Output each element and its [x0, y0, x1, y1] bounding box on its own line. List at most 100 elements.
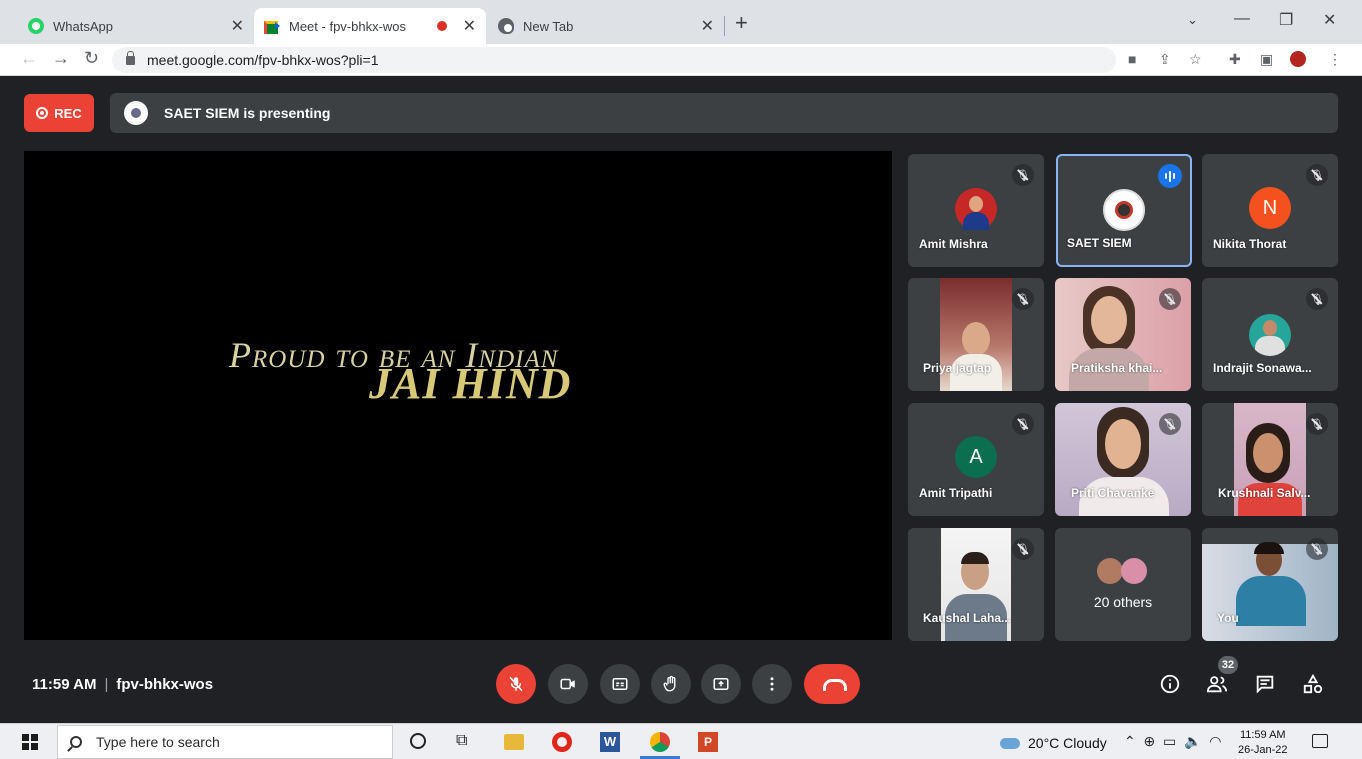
word-icon[interactable]: W — [600, 732, 620, 752]
participant-tile[interactable]: Indrajit Sonawa... — [1202, 278, 1338, 391]
hand-icon — [663, 675, 676, 692]
videocam-icon — [560, 678, 575, 690]
taskbar-search-box[interactable]: Type here to search — [57, 725, 393, 759]
mic-off-icon — [1012, 413, 1034, 435]
close-icon[interactable]: ✕ — [231, 16, 244, 36]
participant-avatar: A — [955, 436, 997, 478]
participant-name: Nikita Thorat — [1213, 237, 1287, 251]
tab-whatsapp[interactable]: WhatsApp ✕ — [18, 8, 254, 44]
others-avatar — [1097, 558, 1123, 584]
browser-tab-strip: WhatsApp ✕ Meet - fpv-bhkx-wos ✕ New Tab… — [0, 0, 1362, 44]
participant-tile[interactable]: Priya jagtap — [908, 278, 1044, 391]
minimize-icon[interactable]: — — [1234, 10, 1250, 28]
restore-icon[interactable]: ❐ — [1279, 10, 1293, 30]
extensions-icon[interactable]: ✚ — [1229, 51, 1241, 68]
people-button[interactable] — [1205, 672, 1229, 696]
leave-call-button[interactable] — [804, 664, 860, 704]
powerpoint-icon[interactable]: P — [698, 732, 718, 752]
presentation-screen[interactable]: Proud to be an Indian JAI HIND — [24, 151, 892, 640]
camera-icon[interactable]: ■ — [1128, 51, 1136, 67]
weather-widget[interactable]: 20°C Cloudy — [1000, 735, 1107, 751]
speaking-indicator-icon — [1158, 164, 1182, 188]
lock-icon[interactable] — [126, 50, 135, 65]
task-view-icon[interactable]: ⧉ — [456, 732, 476, 752]
divider: | — [104, 676, 109, 693]
more-options-button[interactable] — [752, 664, 792, 704]
tab-search-icon[interactable]: ⌄ — [1187, 12, 1198, 28]
mic-off-icon — [1012, 288, 1034, 310]
tab-title: New Tab — [523, 18, 574, 34]
participant-avatar — [1103, 189, 1145, 231]
opera-icon[interactable] — [552, 732, 572, 752]
participant-name: Kaushal Laha... — [923, 611, 1012, 625]
participant-tile[interactable]: Priti Chavanke — [1055, 403, 1191, 516]
participant-tile[interactable]: Pratiksha khai... — [1055, 278, 1191, 391]
participant-tile[interactable]: Kaushal Laha... — [908, 528, 1044, 641]
participant-name: Priti Chavanke — [1071, 486, 1155, 500]
participant-name: Priya jagtap — [923, 361, 992, 375]
participant-tile[interactable]: Krushnali Salv... — [1202, 403, 1338, 516]
system-tray[interactable]: ⌃ ⊕ ▭ 🔈 ◠ — [1124, 733, 1221, 750]
show-hidden-icons-icon[interactable]: ⌃ — [1124, 733, 1136, 749]
profile-avatar[interactable] — [1290, 51, 1306, 67]
windows-start-icon[interactable] — [22, 734, 38, 750]
captions-button[interactable] — [600, 664, 640, 704]
participant-name: Indrajit Sonawa... — [1213, 361, 1312, 375]
cortana-icon[interactable] — [410, 733, 426, 749]
bookmark-star-icon[interactable]: ☆ — [1189, 51, 1202, 68]
notification-icon[interactable] — [1312, 734, 1328, 748]
new-tab-button[interactable]: + — [735, 10, 748, 36]
tab-new-tab[interactable]: New Tab ✕ — [488, 8, 724, 44]
microphone-toggle-button[interactable] — [496, 664, 536, 704]
activities-button[interactable] — [1301, 672, 1325, 696]
participant-tile[interactable]: A Amit Tripathi — [908, 403, 1044, 516]
address-bar[interactable]: meet.google.com/fpv-bhkx-wos?pli=1 — [112, 47, 1116, 73]
self-tile[interactable]: You — [1202, 528, 1338, 641]
chrome-taskbar-icon[interactable] — [640, 732, 680, 759]
close-icon[interactable]: ✕ — [463, 16, 476, 36]
chat-icon — [1256, 675, 1274, 694]
presenting-banner: SAET SIEM is presenting — [110, 93, 1338, 133]
present-screen-button[interactable] — [701, 664, 741, 704]
participant-tile[interactable]: Amit Mishra — [908, 154, 1044, 267]
present-to-all-icon — [713, 678, 729, 690]
record-icon — [36, 107, 49, 119]
back-icon[interactable]: ← — [20, 48, 38, 69]
others-avatar — [1121, 558, 1147, 584]
presenting-text: SAET SIEM is presenting — [164, 105, 331, 121]
share-icon[interactable]: ⇪ — [1159, 51, 1171, 68]
raise-hand-button[interactable] — [651, 664, 691, 704]
menu-dots-icon[interactable]: ⋮ — [1328, 51, 1342, 68]
clock-time: 11:59 AM — [1239, 729, 1286, 741]
file-explorer-icon[interactable] — [504, 734, 524, 750]
chat-button[interactable] — [1253, 672, 1277, 696]
tab-meet[interactable]: Meet - fpv-bhkx-wos ✕ — [254, 8, 486, 44]
reload-icon[interactable]: ↻ — [84, 48, 99, 69]
url-text: meet.google.com/fpv-bhkx-wos?pli=1 — [147, 52, 379, 68]
taskbar-clock[interactable]: 11:59 AM 26-Jan-22 — [1238, 728, 1288, 758]
forward-icon[interactable]: → — [52, 48, 70, 69]
mic-off-icon — [1306, 288, 1328, 310]
battery-icon[interactable]: ▭ — [1163, 733, 1176, 749]
meeting-info-button[interactable] — [1158, 672, 1182, 696]
window-close-icon[interactable]: ✕ — [1323, 10, 1336, 30]
meet-now-icon[interactable]: ⊕ — [1144, 733, 1156, 749]
tab-title: Meet - fpv-bhkx-wos — [289, 18, 407, 34]
camera-toggle-button[interactable] — [548, 664, 588, 704]
recording-badge[interactable]: REC — [24, 94, 94, 132]
mic-off-icon — [1159, 288, 1181, 310]
side-panel-icon[interactable]: ▣ — [1260, 51, 1273, 68]
close-icon[interactable]: ✕ — [701, 16, 714, 36]
mic-off-icon — [1306, 538, 1328, 560]
participant-avatar: N — [1249, 187, 1291, 229]
participant-tile[interactable]: N Nikita Thorat — [1202, 154, 1338, 267]
participant-tile[interactable]: SAET SIEM — [1056, 154, 1192, 267]
tab-title: WhatsApp — [53, 18, 113, 34]
search-icon — [70, 736, 82, 748]
wifi-icon[interactable]: ◠ — [1209, 733, 1221, 749]
mic-off-icon — [1306, 164, 1328, 186]
people-icon — [1206, 676, 1228, 693]
others-tile[interactable]: 20 others — [1055, 528, 1191, 641]
volume-icon[interactable]: 🔈 — [1184, 733, 1201, 749]
more-vert-icon — [770, 677, 774, 691]
